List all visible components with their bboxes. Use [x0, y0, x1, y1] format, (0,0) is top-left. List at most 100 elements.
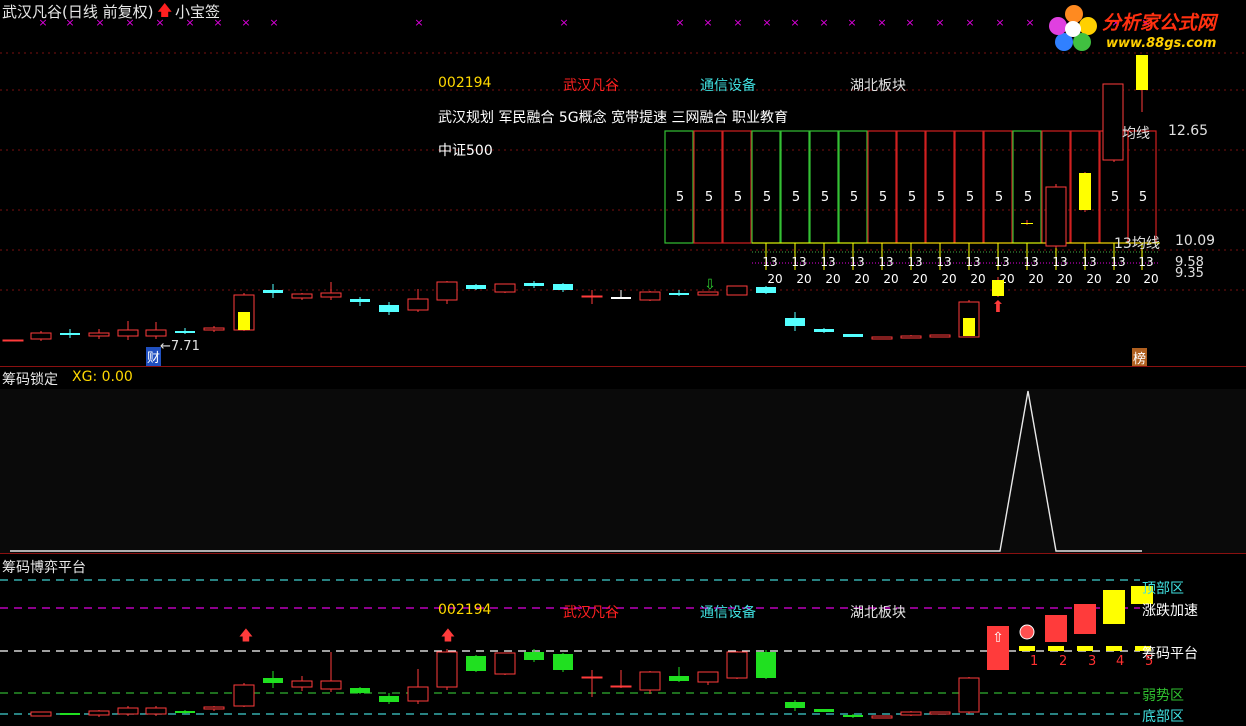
signal-marker: ×	[269, 16, 278, 29]
box-number: 5	[821, 190, 829, 205]
label-13: 13	[1138, 255, 1153, 269]
zone-weak: 弱势区	[1142, 688, 1184, 704]
label-20: 20	[912, 272, 927, 286]
candlestick-chart[interactable]: ××××××××××××××××××××××××××××555555555555…	[0, 0, 1246, 366]
ball-icon	[1019, 624, 1035, 640]
label-20: 20	[767, 272, 782, 286]
candle-down	[814, 329, 834, 332]
candle-down	[611, 297, 631, 299]
label-20: 20	[1143, 272, 1158, 286]
candle-up	[407, 298, 429, 311]
candle-up	[958, 677, 980, 713]
zone-top: 顶部区	[1142, 581, 1184, 597]
box-number: 5	[966, 190, 974, 205]
label-20: 20	[883, 272, 898, 286]
main-chart-pane[interactable]: ××××××××××××××××××××××××××××555555555555…	[0, 0, 1246, 367]
candle-down	[350, 299, 370, 302]
site-logo: 分析家公式网 www.88gs.com	[1046, 2, 1246, 54]
candle-up	[697, 671, 719, 683]
signal-marker: ×	[703, 16, 712, 29]
industry-label: 通信设备	[700, 78, 756, 94]
signal-marker: ×	[847, 16, 856, 29]
signal-marker: ×	[762, 16, 771, 29]
candle-down	[669, 676, 689, 681]
candle-down	[524, 652, 544, 660]
tag-label: 小宝签	[175, 3, 221, 21]
candle-signal	[1079, 173, 1091, 210]
candle-up	[2, 339, 24, 342]
candle-up	[871, 715, 893, 719]
label-13: 13	[936, 255, 951, 269]
panel2-title: 筹码锁定	[2, 372, 58, 388]
logo-url: www.88gs.com	[1106, 36, 1217, 51]
candle-up	[581, 295, 603, 298]
signal-marker: ×	[1025, 16, 1034, 29]
p3-stock-name: 武汉凡谷	[563, 605, 619, 621]
signal-box	[954, 130, 984, 244]
zone-accelerate: 涨跌加速	[1142, 603, 1198, 619]
index-label: 中证500	[438, 143, 493, 159]
label-13: 13	[1110, 255, 1125, 269]
concepts-label: 武汉规划 军民融合 5G概念 宽带提速 三网融合 职业教育	[438, 110, 789, 126]
signal-box	[664, 130, 694, 244]
box-number: 5	[850, 190, 858, 205]
candle-up	[117, 329, 139, 337]
candle-up	[291, 293, 313, 299]
signal-box	[983, 130, 1013, 244]
candle-down	[379, 696, 399, 702]
box-number: 5	[937, 190, 945, 205]
box-number: 5	[792, 190, 800, 205]
label-20: 20	[1086, 272, 1101, 286]
candle-up	[145, 329, 167, 337]
candle-down	[785, 702, 805, 708]
logo-title: 分析家公式网	[1102, 12, 1217, 34]
green-down-arrow-icon: ⇩	[704, 277, 716, 293]
chart-title: 武汉凡谷(日线 前复权)	[2, 3, 154, 21]
ma-label-2: 13均线	[1114, 236, 1160, 252]
signal-marker: ×	[965, 16, 974, 29]
cai-badge[interactable]: 财	[146, 347, 162, 366]
candle-signal	[238, 312, 250, 330]
candle-signal	[1136, 55, 1148, 90]
ma-value-1: 12.65	[1168, 123, 1209, 139]
signal-candle-red	[1045, 615, 1067, 642]
signal-box	[867, 130, 897, 244]
candle-up	[436, 651, 458, 688]
label-20: 20	[854, 272, 869, 286]
label-13: 13	[994, 255, 1009, 269]
box-number: 5	[763, 190, 771, 205]
candle-up	[726, 285, 748, 296]
candle-up	[291, 680, 313, 688]
signal-box	[1127, 130, 1157, 244]
chip-lock-pane[interactable]: 筹码锁定 XG: 0.00	[0, 367, 1246, 553]
candle-up	[900, 335, 922, 339]
platform-mark	[1048, 646, 1064, 651]
candle-up	[203, 327, 225, 331]
low-price-marker: ←7.71	[160, 339, 200, 354]
signal-marker: ×	[241, 16, 250, 29]
candle-down	[756, 652, 776, 678]
candle-down	[60, 333, 80, 335]
signal-marker: ×	[675, 16, 684, 29]
region-label: 湖北板块	[850, 78, 906, 94]
bang-badge[interactable]: 榜	[1132, 348, 1148, 367]
label-20: 20	[970, 272, 985, 286]
candle-up	[929, 711, 951, 715]
label-20: 20	[1057, 272, 1072, 286]
white-up-arrow-icon: ⇧	[992, 630, 1004, 646]
red-up-arrow-icon: ⬆	[991, 297, 1004, 316]
box-number: 5	[705, 190, 713, 205]
counter-1: 1	[1030, 654, 1039, 669]
chip-game-pane[interactable]: 🡅 🡅 ⇧ 筹码博弈平台 002194 武汉凡谷 通信设备 湖北板块 顶部区 涨跌加…	[0, 554, 1246, 725]
signal-box	[896, 130, 926, 244]
signal-box	[693, 130, 723, 244]
signal-candle-red	[1074, 604, 1096, 634]
signal-marker: ×	[790, 16, 799, 29]
label-13: 13	[907, 255, 922, 269]
low-price-value: 7.71	[170, 339, 200, 354]
counter-5: 5	[1145, 654, 1154, 669]
signal-box	[925, 130, 955, 244]
candle-down	[175, 331, 195, 333]
label-13: 13	[1081, 255, 1096, 269]
chip-lock-polyline	[10, 390, 1142, 552]
